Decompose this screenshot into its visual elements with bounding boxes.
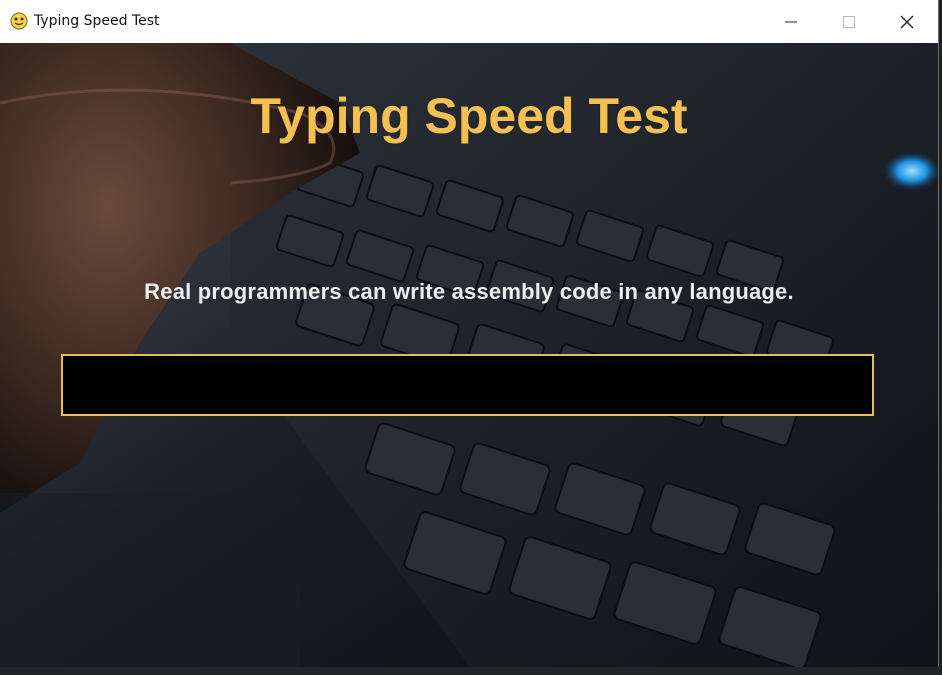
target-sentence: Real programmers can write assembly code… (144, 279, 794, 304)
app-window: Typing Speed Test Typing Speed Test Real… (0, 0, 938, 667)
maximize-button[interactable] (820, 0, 878, 43)
game-canvas[interactable]: Typing Speed Test Real programmers can w… (0, 43, 938, 667)
typing-input[interactable] (61, 354, 874, 416)
game-heading: Typing Speed Test (250, 88, 688, 144)
close-button[interactable] (878, 0, 936, 43)
python-icon (10, 12, 28, 30)
title-bar[interactable]: Typing Speed Test (0, 0, 938, 43)
close-icon (900, 15, 914, 28)
maximize-icon (843, 15, 855, 28)
taskbar-strip (0, 667, 942, 675)
minimize-icon (785, 21, 797, 22)
window-title: Typing Speed Test (34, 13, 160, 29)
minimize-button[interactable] (762, 0, 820, 43)
